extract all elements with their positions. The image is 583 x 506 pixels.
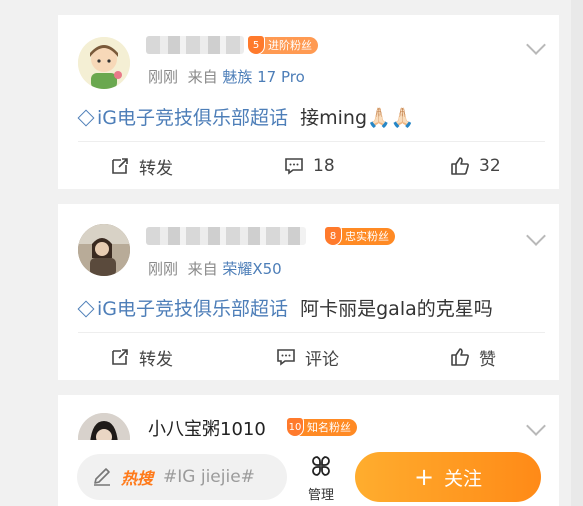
username[interactable]: 小八宝粥1010 bbox=[148, 415, 266, 441]
fan-badge: 8 忠实粉丝 bbox=[324, 226, 395, 246]
like-label: 赞 bbox=[479, 349, 496, 370]
repost-icon bbox=[112, 158, 128, 174]
like-count: 32 bbox=[479, 156, 501, 176]
post-content[interactable]: iG电子竞技俱乐部超话 接ming🙏🏻🙏🏻 bbox=[77, 103, 415, 130]
badge-label: 忠实粉丝 bbox=[345, 230, 389, 243]
post-card[interactable]: 8 忠实粉丝 刚刚 来自 荣耀X50 iG电子竞技俱乐部超话 阿卡丽是gala的… bbox=[58, 204, 559, 380]
badge-level: 5 bbox=[247, 35, 265, 55]
post-meta: 刚刚 来自 荣耀X50 bbox=[148, 258, 282, 279]
repost-icon bbox=[112, 349, 128, 365]
bottom-toolbar: 热搜 #IG jiejie# 管理 + 关注 bbox=[58, 440, 559, 506]
repost-button[interactable]: 转发 bbox=[110, 148, 173, 184]
badge-label: 知名粉丝 bbox=[307, 421, 351, 434]
username-blurred[interactable] bbox=[146, 36, 244, 54]
chevron-down-icon[interactable] bbox=[526, 226, 546, 246]
post-time: 刚刚 bbox=[148, 68, 179, 86]
repost-label: 转发 bbox=[139, 158, 173, 179]
repost-label: 转发 bbox=[139, 349, 173, 370]
post-text: 阿卡丽是gala的克星吗 bbox=[300, 298, 493, 320]
hot-search-label: 热搜 bbox=[121, 469, 154, 488]
post-time: 刚刚 bbox=[148, 260, 179, 278]
fan-badge: 10 知名粉丝 bbox=[286, 417, 357, 437]
source-prefix: 来自 bbox=[187, 260, 218, 278]
comment-count: 18 bbox=[313, 156, 335, 176]
supertopic-link[interactable]: iG电子竞技俱乐部超话 bbox=[97, 298, 288, 320]
like-button[interactable]: 32 bbox=[450, 148, 501, 184]
supertopic-icon bbox=[77, 300, 95, 317]
action-bar: 转发 18 32 bbox=[58, 148, 559, 184]
thumbs-up-icon bbox=[451, 157, 469, 175]
follow-button[interactable]: + 关注 bbox=[355, 452, 541, 502]
post-meta: 刚刚 来自 魅族 17 Pro bbox=[148, 66, 305, 87]
badge-level: 10 bbox=[286, 417, 304, 437]
avatar[interactable] bbox=[78, 224, 130, 276]
supertopic-link[interactable]: iG电子竞技俱乐部超话 bbox=[97, 107, 288, 129]
supertopic-icon bbox=[77, 109, 95, 126]
chevron-down-icon[interactable] bbox=[526, 416, 546, 436]
post-card[interactable]: 5 进阶粉丝 刚刚 来自 魅族 17 Pro iG电子竞技俱乐部超话 接ming… bbox=[58, 15, 559, 189]
chevron-down-icon[interactable] bbox=[526, 35, 546, 55]
device-link[interactable]: 魅族 17 Pro bbox=[222, 68, 304, 86]
comment-label: 评论 bbox=[305, 349, 339, 370]
badge-level: 8 bbox=[324, 226, 342, 246]
pencil-icon bbox=[94, 468, 110, 486]
repost-button[interactable]: 转发 bbox=[110, 339, 173, 375]
comment-button[interactable]: 18 bbox=[284, 148, 335, 184]
comment-icon bbox=[277, 349, 295, 366]
follow-label: 关注 bbox=[444, 467, 483, 490]
comment-icon bbox=[285, 158, 303, 175]
plus-icon: + bbox=[413, 463, 435, 491]
divider bbox=[78, 141, 545, 142]
like-button[interactable]: 赞 bbox=[450, 339, 496, 375]
device-link[interactable]: 荣耀X50 bbox=[222, 260, 281, 278]
thumbs-up-icon bbox=[451, 348, 469, 366]
comment-button[interactable]: 评论 bbox=[276, 339, 339, 375]
manage-label: 管理 bbox=[307, 488, 334, 503]
manage-icon bbox=[312, 456, 330, 476]
divider bbox=[78, 332, 545, 333]
avatar[interactable] bbox=[78, 37, 130, 89]
post-content[interactable]: iG电子竞技俱乐部超话 阿卡丽是gala的克星吗 bbox=[77, 294, 493, 321]
action-bar: 转发 评论 赞 bbox=[58, 339, 559, 375]
hot-search-box[interactable]: 热搜 #IG jiejie# bbox=[77, 454, 287, 500]
source-prefix: 来自 bbox=[187, 68, 218, 86]
manage-button[interactable]: 管理 bbox=[302, 454, 340, 503]
hot-search-text: #IG jiejie# bbox=[163, 467, 255, 487]
fan-badge: 5 进阶粉丝 bbox=[247, 35, 318, 55]
post-text: 接ming🙏🏻🙏🏻 bbox=[300, 107, 415, 129]
username-blurred[interactable] bbox=[146, 227, 306, 245]
scrollbar-track[interactable] bbox=[571, 0, 583, 506]
badge-label: 进阶粉丝 bbox=[268, 39, 312, 52]
